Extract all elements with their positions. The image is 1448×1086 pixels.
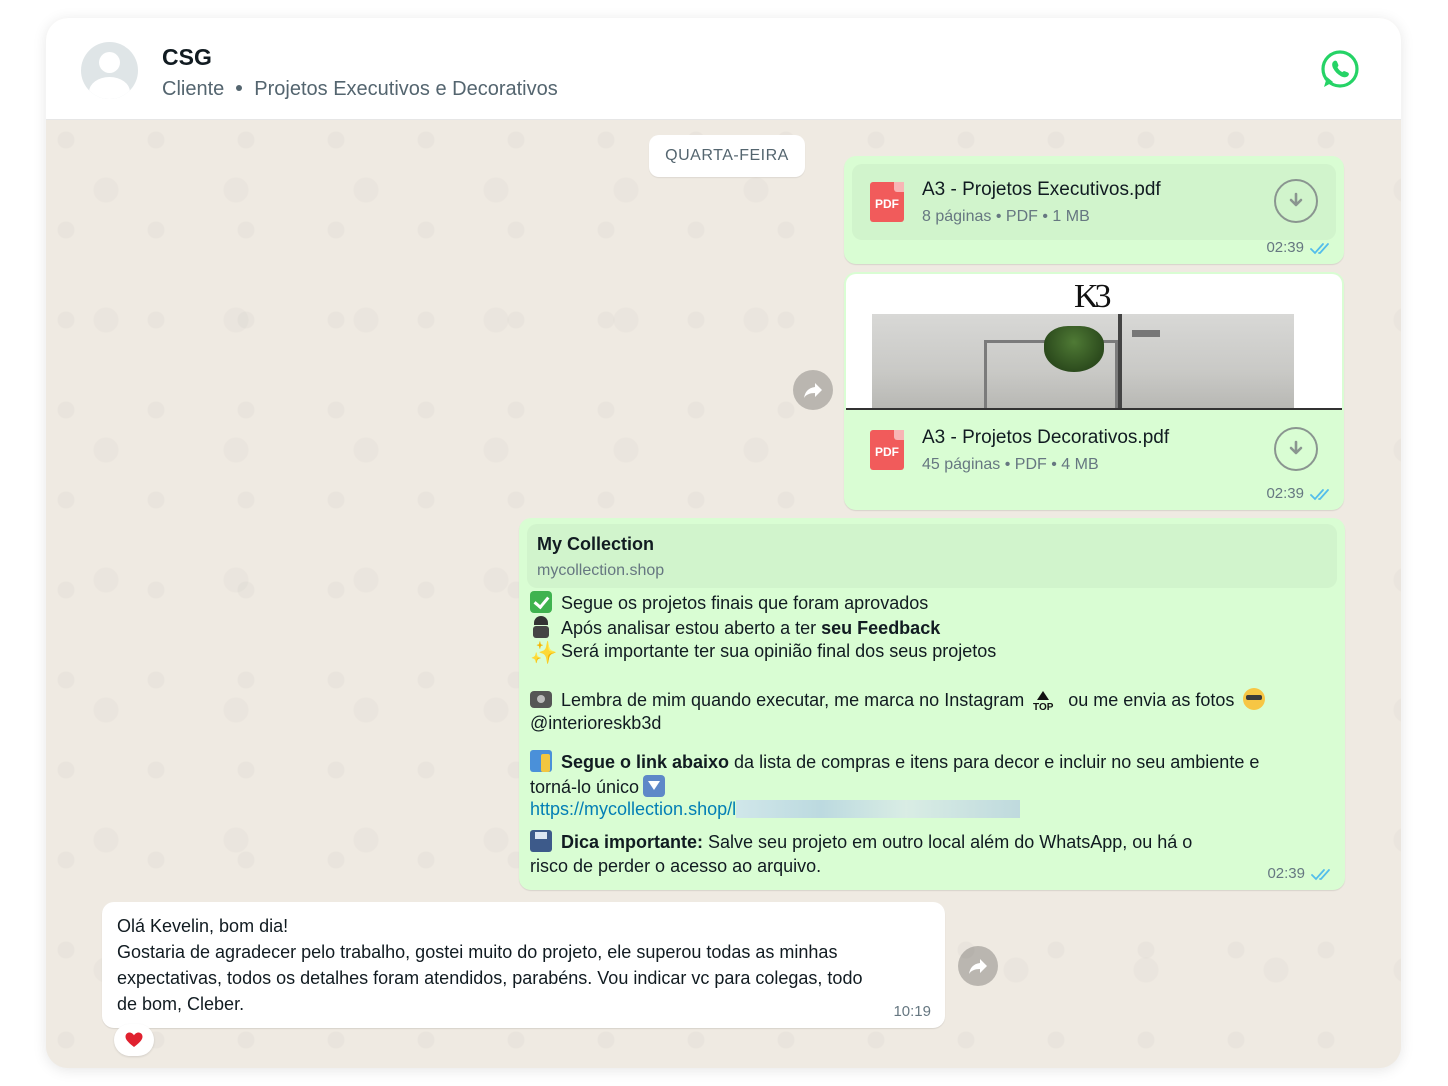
redacted-url [736,800,1021,818]
read-ticks-icon [1310,243,1329,255]
pdf-icon: PDF [870,430,904,470]
top-arrow-icon: TOP [1032,691,1054,713]
contact-business: Projetos Executivos e Decorativos [254,78,558,100]
check-mark-icon [530,591,552,613]
message-line: Segue os projetos finais que foram aprov… [530,591,928,614]
chat-window: CSG Cliente Projetos Executivos e Decorat… [46,18,1401,1068]
contact-name[interactable]: CSG [162,44,212,71]
contact-role: Cliente [162,78,225,100]
message-text-instructions[interactable]: My Collection mycollection.shop Segue os… [519,518,1345,890]
message-line: risco de perder o acesso ao arquivo. [530,856,822,876]
forward-icon [969,959,987,974]
heart-icon [125,1032,143,1047]
forward-button[interactable] [958,946,998,986]
message-time: 02:39 [1267,865,1305,882]
document-preview[interactable]: K3 [846,274,1342,410]
read-ticks-icon [1311,869,1330,881]
contact-subtitle: Cliente Projetos Executivos e Decorativos [162,78,558,101]
message-time: 02:39 [1266,239,1304,256]
shopping-bags-icon [530,750,552,772]
sparkles-icon: ✨ [530,640,558,665]
message-line: de bom, Cleber. [117,994,245,1014]
person-icon [530,616,552,638]
download-icon [1289,440,1303,455]
forward-button[interactable] [793,370,833,410]
message-line: Gostaria de agradecer pelo trabalho, gos… [117,942,838,962]
message-line: expectativas, todos os detalhes foram at… [117,968,863,988]
message-reaction[interactable] [114,1024,154,1056]
download-button[interactable] [1274,179,1318,223]
camera-icon [530,691,552,708]
document-row[interactable]: PDF A3 - Projetos Executivos.pdf 8 págin… [852,164,1336,240]
link-preview-title: My Collection [537,534,655,554]
avatar[interactable] [81,42,138,99]
separator-dot [236,84,243,91]
preview-photo [872,314,1294,410]
document-meta: 8 páginas • PDF • 1 MB [922,208,1090,225]
message-incoming-thanks[interactable]: Olá Kevelin, bom dia! Gostaria de agrade… [102,902,945,1028]
document-name: A3 - Projetos Executivos.pdf [922,179,1161,200]
read-ticks-icon [1310,489,1329,501]
brand-logo: K3 [1074,278,1112,315]
document-meta: 45 páginas • PDF • 4 MB [922,456,1099,473]
message-document-decorativos[interactable]: K3 PDF A3 - Projetos Decorativos.pdf 45 … [844,272,1344,510]
glass-post [1118,314,1122,410]
message-line: torná-lo único [530,775,674,798]
shop-link[interactable]: https://mycollection.shop/l [530,799,736,819]
document-row[interactable]: PDF A3 - Projetos Decorativos.pdf 45 pág… [852,412,1336,488]
date-divider: QUARTA-FEIRA [649,135,805,177]
message-line: @interioreskb3d [530,713,662,733]
link-preview-card[interactable]: My Collection mycollection.shop [527,524,1337,588]
message-line: Após analisar estou aberto a ter seu Fee… [530,616,940,639]
message-line: Lembra de mim quando executar, me marca … [530,688,1274,713]
cool-face-icon [1243,688,1266,710]
plant [1044,326,1104,372]
download-button[interactable] [1274,427,1318,471]
message-line: Segue o link abaixo da lista de compras … [530,750,1259,773]
down-arrow-icon [643,775,666,797]
message-line: Olá Kevelin, bom dia! [117,916,289,936]
forward-icon [804,383,822,398]
message-link-line: https://mycollection.shop/l [530,799,1021,820]
shower-head [1132,330,1160,337]
message-time: 02:39 [1266,485,1304,502]
document-name: A3 - Projetos Decorativos.pdf [922,427,1170,448]
chat-header: CSG Cliente Projetos Executivos e Decorat… [46,18,1401,120]
message-time: 10:19 [893,1003,931,1020]
message-line: Dica importante: Salve seu projeto em ou… [530,830,1192,853]
avatar-body [89,77,130,99]
message-line: ✨ Será importante ter sua opinião final d… [530,640,997,665]
download-icon [1289,192,1303,207]
pdf-icon: PDF [870,182,904,222]
floppy-disk-icon [530,830,552,852]
avatar-head [99,52,120,73]
preview-divider [846,408,1342,410]
link-preview-domain: mycollection.shop [537,562,665,579]
whatsapp-icon[interactable] [1319,49,1361,91]
message-document-executivos[interactable]: PDF A3 - Projetos Executivos.pdf 8 págin… [844,156,1344,264]
